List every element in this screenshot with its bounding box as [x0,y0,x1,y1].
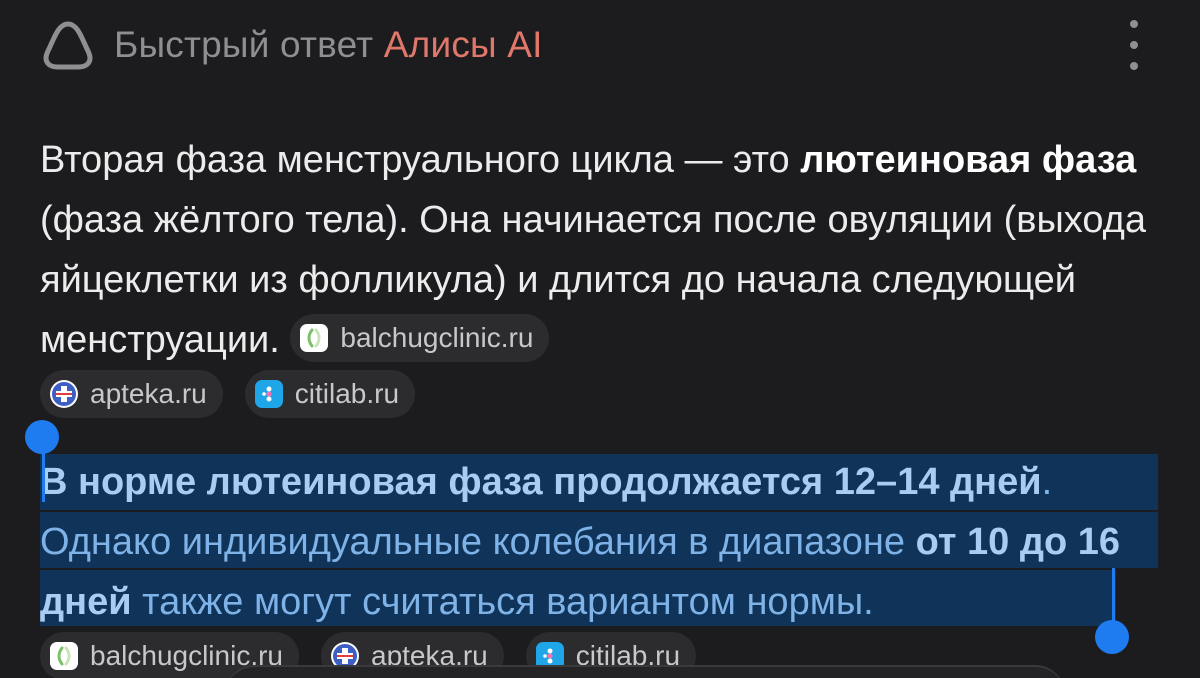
source-chip-apteka[interactable]: apteka.ru [40,370,223,418]
bottom-panel [225,665,1065,678]
paragraph-1-text-b: (фаза жёлтого тела). Она начинается посл… [40,199,1146,361]
answer-header: Быстрый ответ Алисы AI [40,18,1160,72]
sources-row-1: apteka.ru citilab.ru [40,370,437,418]
more-dot [1130,41,1138,49]
balchug-favicon-icon [300,323,329,352]
citilab-favicon-icon [254,380,283,408]
source-chip-balchugclinic[interactable]: balchugclinic.ru [290,313,550,362]
selection-handle-end[interactable] [1095,620,1129,654]
header-title: Быстрый ответ Алисы AI [114,24,543,66]
selection-caret-end [1112,568,1115,628]
paragraph-1-text-a: Вторая фаза менструального цикла — это [40,139,801,181]
answer-paragraph-1: Вторая фаза менструального цикла — это л… [40,130,1170,370]
balchug-favicon-icon [50,642,78,670]
source-chip-label: apteka.ru [90,378,207,409]
selection-caret-start [42,448,45,502]
header-title-accent: Алисы AI [383,24,543,65]
more-options-icon[interactable] [1126,20,1142,70]
paragraph-2-text-b: также могут считаться вариантом нормы. [131,581,874,623]
source-chip-label: citilab.ru [294,378,400,409]
apteka-favicon-icon [50,380,78,408]
more-dot [1130,20,1138,28]
source-chip-citilab[interactable]: citilab.ru [244,370,416,418]
selection-handle-start[interactable] [25,420,59,454]
paragraph-2-bold-a: В норме лютеиновая фаза продолжается 12–… [40,461,1042,503]
more-dot [1130,62,1138,70]
answer-paragraph-2[interactable]: В норме лютеиновая фаза продолжается 12–… [40,452,1170,632]
header-title-prefix: Быстрый ответ [114,24,384,65]
alice-icon [40,18,98,72]
source-chip-label: balchugclinic.ru [340,321,534,353]
paragraph-1-bold: лютеиновая фаза [800,139,1137,181]
